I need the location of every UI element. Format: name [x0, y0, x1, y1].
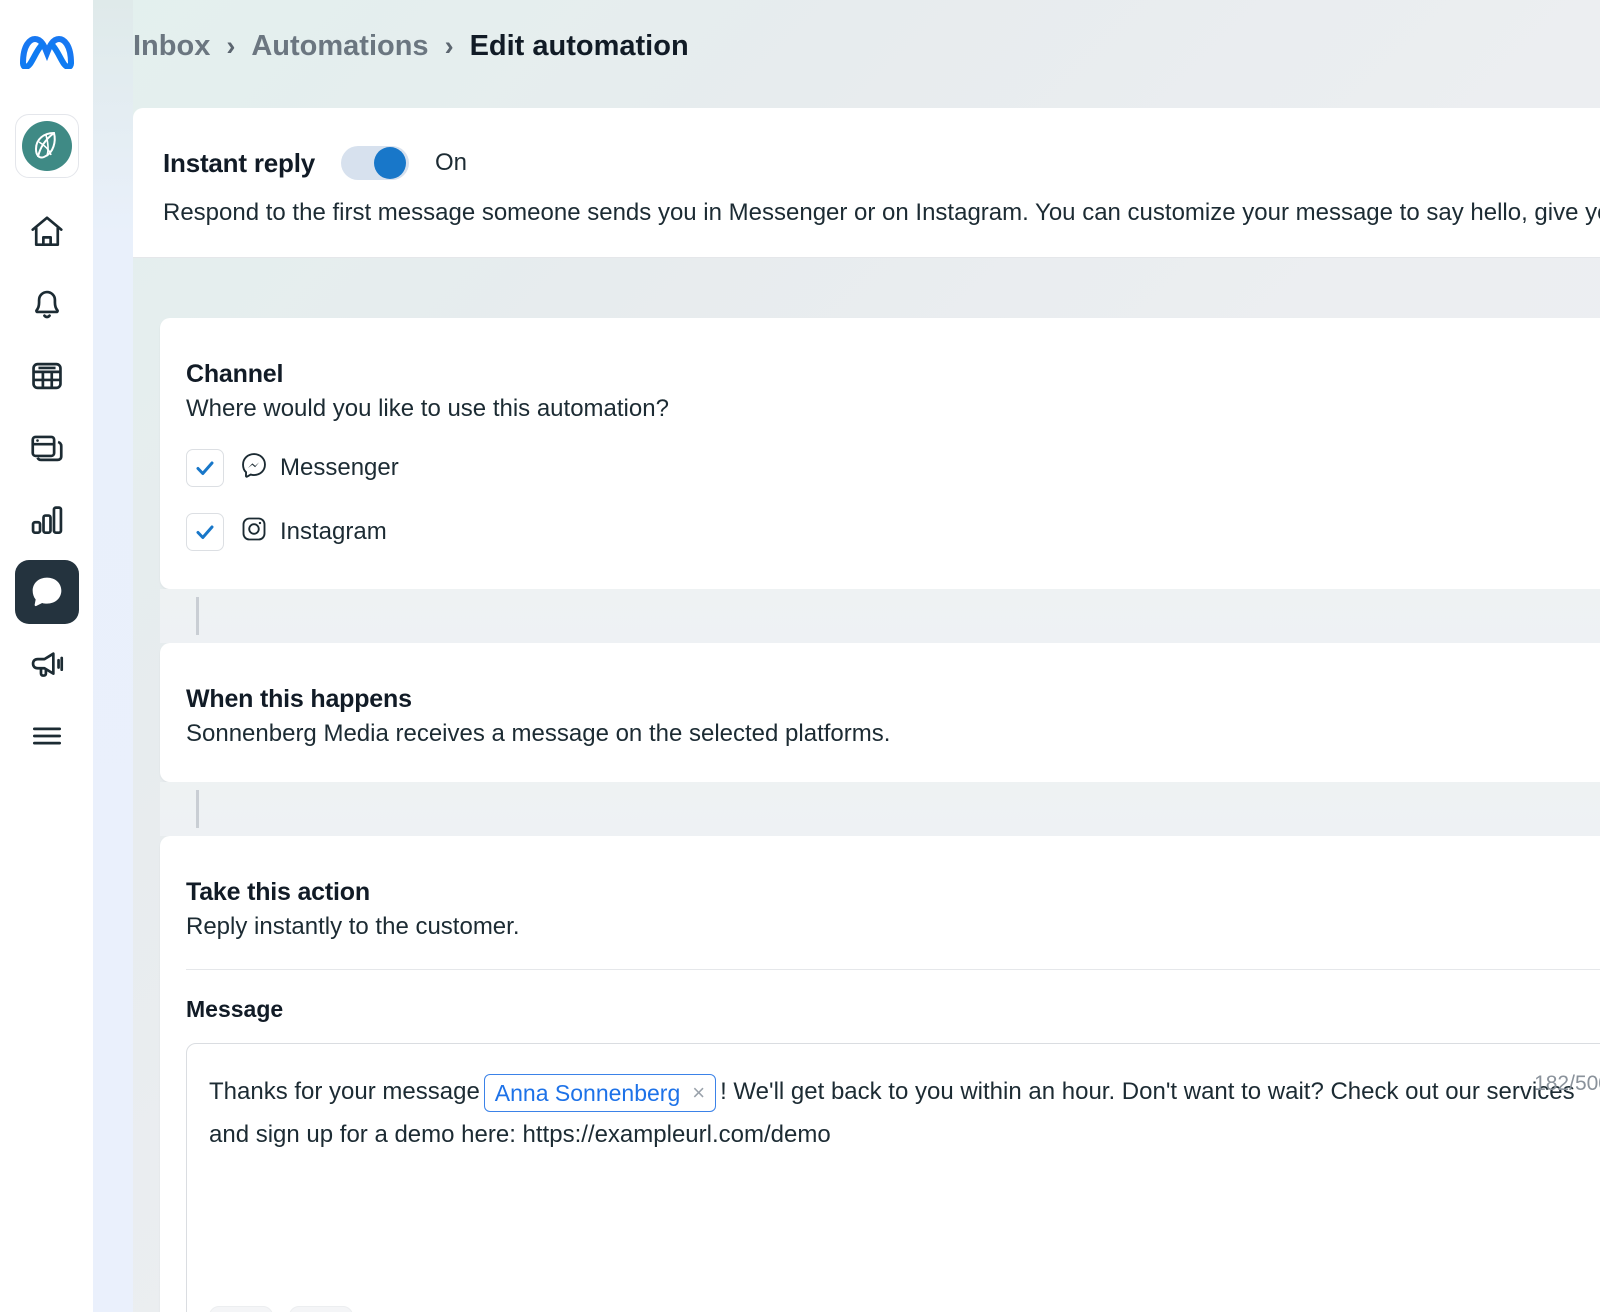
sidebar-item-inbox[interactable]: [15, 560, 79, 624]
instagram-icon: [240, 515, 268, 550]
ai-assist-button[interactable]: [209, 1306, 273, 1312]
message-editor-toolbar: [209, 1306, 353, 1312]
sidebar-item-ads[interactable]: [15, 632, 79, 696]
instagram-label-group: Instagram: [240, 515, 387, 550]
messenger-checkbox[interactable]: [186, 449, 224, 487]
action-divider: [186, 969, 1600, 970]
bar-chart-icon: [28, 501, 66, 539]
message-text-before: Thanks for your message: [209, 1078, 480, 1105]
action-subtitle: Reply instantly to the customer.: [186, 913, 1600, 941]
sidebar-item-planner[interactable]: [15, 344, 79, 408]
character-counter: 182/500: [1534, 1072, 1600, 1096]
action-section: Take this action Reply instantly to the …: [160, 836, 1600, 1312]
channel-option-messenger[interactable]: Messenger: [186, 449, 1600, 487]
sidebar-item-content[interactable]: [15, 416, 79, 480]
messenger-icon: [240, 451, 268, 486]
automation-edit-screen: Inbox › Automations › Edit automation In…: [0, 0, 1600, 1312]
channel-subtitle: Where would you like to use this automat…: [186, 395, 1600, 423]
automation-sections: Channel Where would you like to use this…: [160, 318, 1600, 1312]
trigger-title: When this happens: [186, 685, 1600, 714]
sidebar-item-more[interactable]: [15, 704, 79, 768]
connector-line: [196, 790, 199, 828]
message-label: Message: [186, 996, 1600, 1023]
background-accent-strip: [93, 0, 133, 1312]
toggle-state-label: On: [435, 149, 467, 177]
channel-option-instagram[interactable]: Instagram: [186, 513, 1600, 551]
meta-logo-icon[interactable]: [17, 32, 77, 72]
messenger-label: Messenger: [280, 454, 399, 482]
sidebar-item-home[interactable]: [15, 200, 79, 264]
automation-card: Instant reply On Respond to the first me…: [133, 108, 1600, 258]
instagram-label: Instagram: [280, 518, 387, 546]
megaphone-icon: [28, 645, 66, 683]
leaf-globe-icon: [22, 121, 72, 171]
message-editor[interactable]: Thanks for your messageAnna Sonnenberg×!…: [186, 1043, 1600, 1312]
instagram-checkbox[interactable]: [186, 513, 224, 551]
section-connector-1: [160, 589, 1600, 643]
action-title: Take this action: [186, 878, 1600, 907]
hamburger-menu-icon: [28, 717, 66, 755]
chevron-right-icon: ›: [445, 31, 454, 62]
calendar-grid-icon: [28, 357, 66, 395]
trigger-subtitle: Sonnenberg Media receives a message on t…: [186, 720, 1600, 748]
trigger-section: When this happens Sonnenberg Media recei…: [160, 643, 1600, 782]
emoji-picker-button[interactable]: [289, 1306, 353, 1312]
account-avatar[interactable]: [15, 114, 79, 178]
header-divider: [133, 257, 1600, 258]
token-label: Anna Sonnenberg: [495, 1077, 680, 1109]
personalization-token[interactable]: Anna Sonnenberg ×: [484, 1074, 716, 1112]
sidebar-item-notifications[interactable]: [15, 272, 79, 336]
toggle-knob: [374, 147, 406, 179]
chat-bubble-icon: [27, 572, 67, 612]
connector-line: [196, 597, 199, 635]
breadcrumb: Inbox › Automations › Edit automation: [133, 30, 689, 63]
section-connector-2: [160, 782, 1600, 836]
cards-stack-icon: [28, 429, 66, 467]
channel-section: Channel Where would you like to use this…: [160, 318, 1600, 589]
instant-reply-header-row: Instant reply On: [163, 146, 1600, 180]
instant-reply-toggle[interactable]: [341, 146, 409, 180]
breadcrumb-item-inbox[interactable]: Inbox: [133, 30, 210, 63]
breadcrumb-item-automations[interactable]: Automations: [251, 30, 428, 63]
left-nav-rail: [0, 0, 93, 1312]
instant-reply-description: Respond to the first message someone sen…: [163, 196, 1600, 229]
message-editor-content[interactable]: Thanks for your messageAnna Sonnenberg×!…: [187, 1044, 1600, 1156]
channel-title: Channel: [186, 360, 1600, 389]
home-icon: [28, 213, 66, 251]
page-title: Instant reply: [163, 148, 315, 179]
chevron-right-icon: ›: [226, 31, 235, 62]
automation-card-header: Instant reply On Respond to the first me…: [133, 108, 1600, 257]
token-remove-icon[interactable]: ×: [692, 1077, 705, 1109]
messenger-label-group: Messenger: [240, 451, 399, 486]
bell-icon: [28, 285, 66, 323]
breadcrumb-current-page: Edit automation: [470, 30, 689, 63]
sidebar-item-insights[interactable]: [15, 488, 79, 552]
